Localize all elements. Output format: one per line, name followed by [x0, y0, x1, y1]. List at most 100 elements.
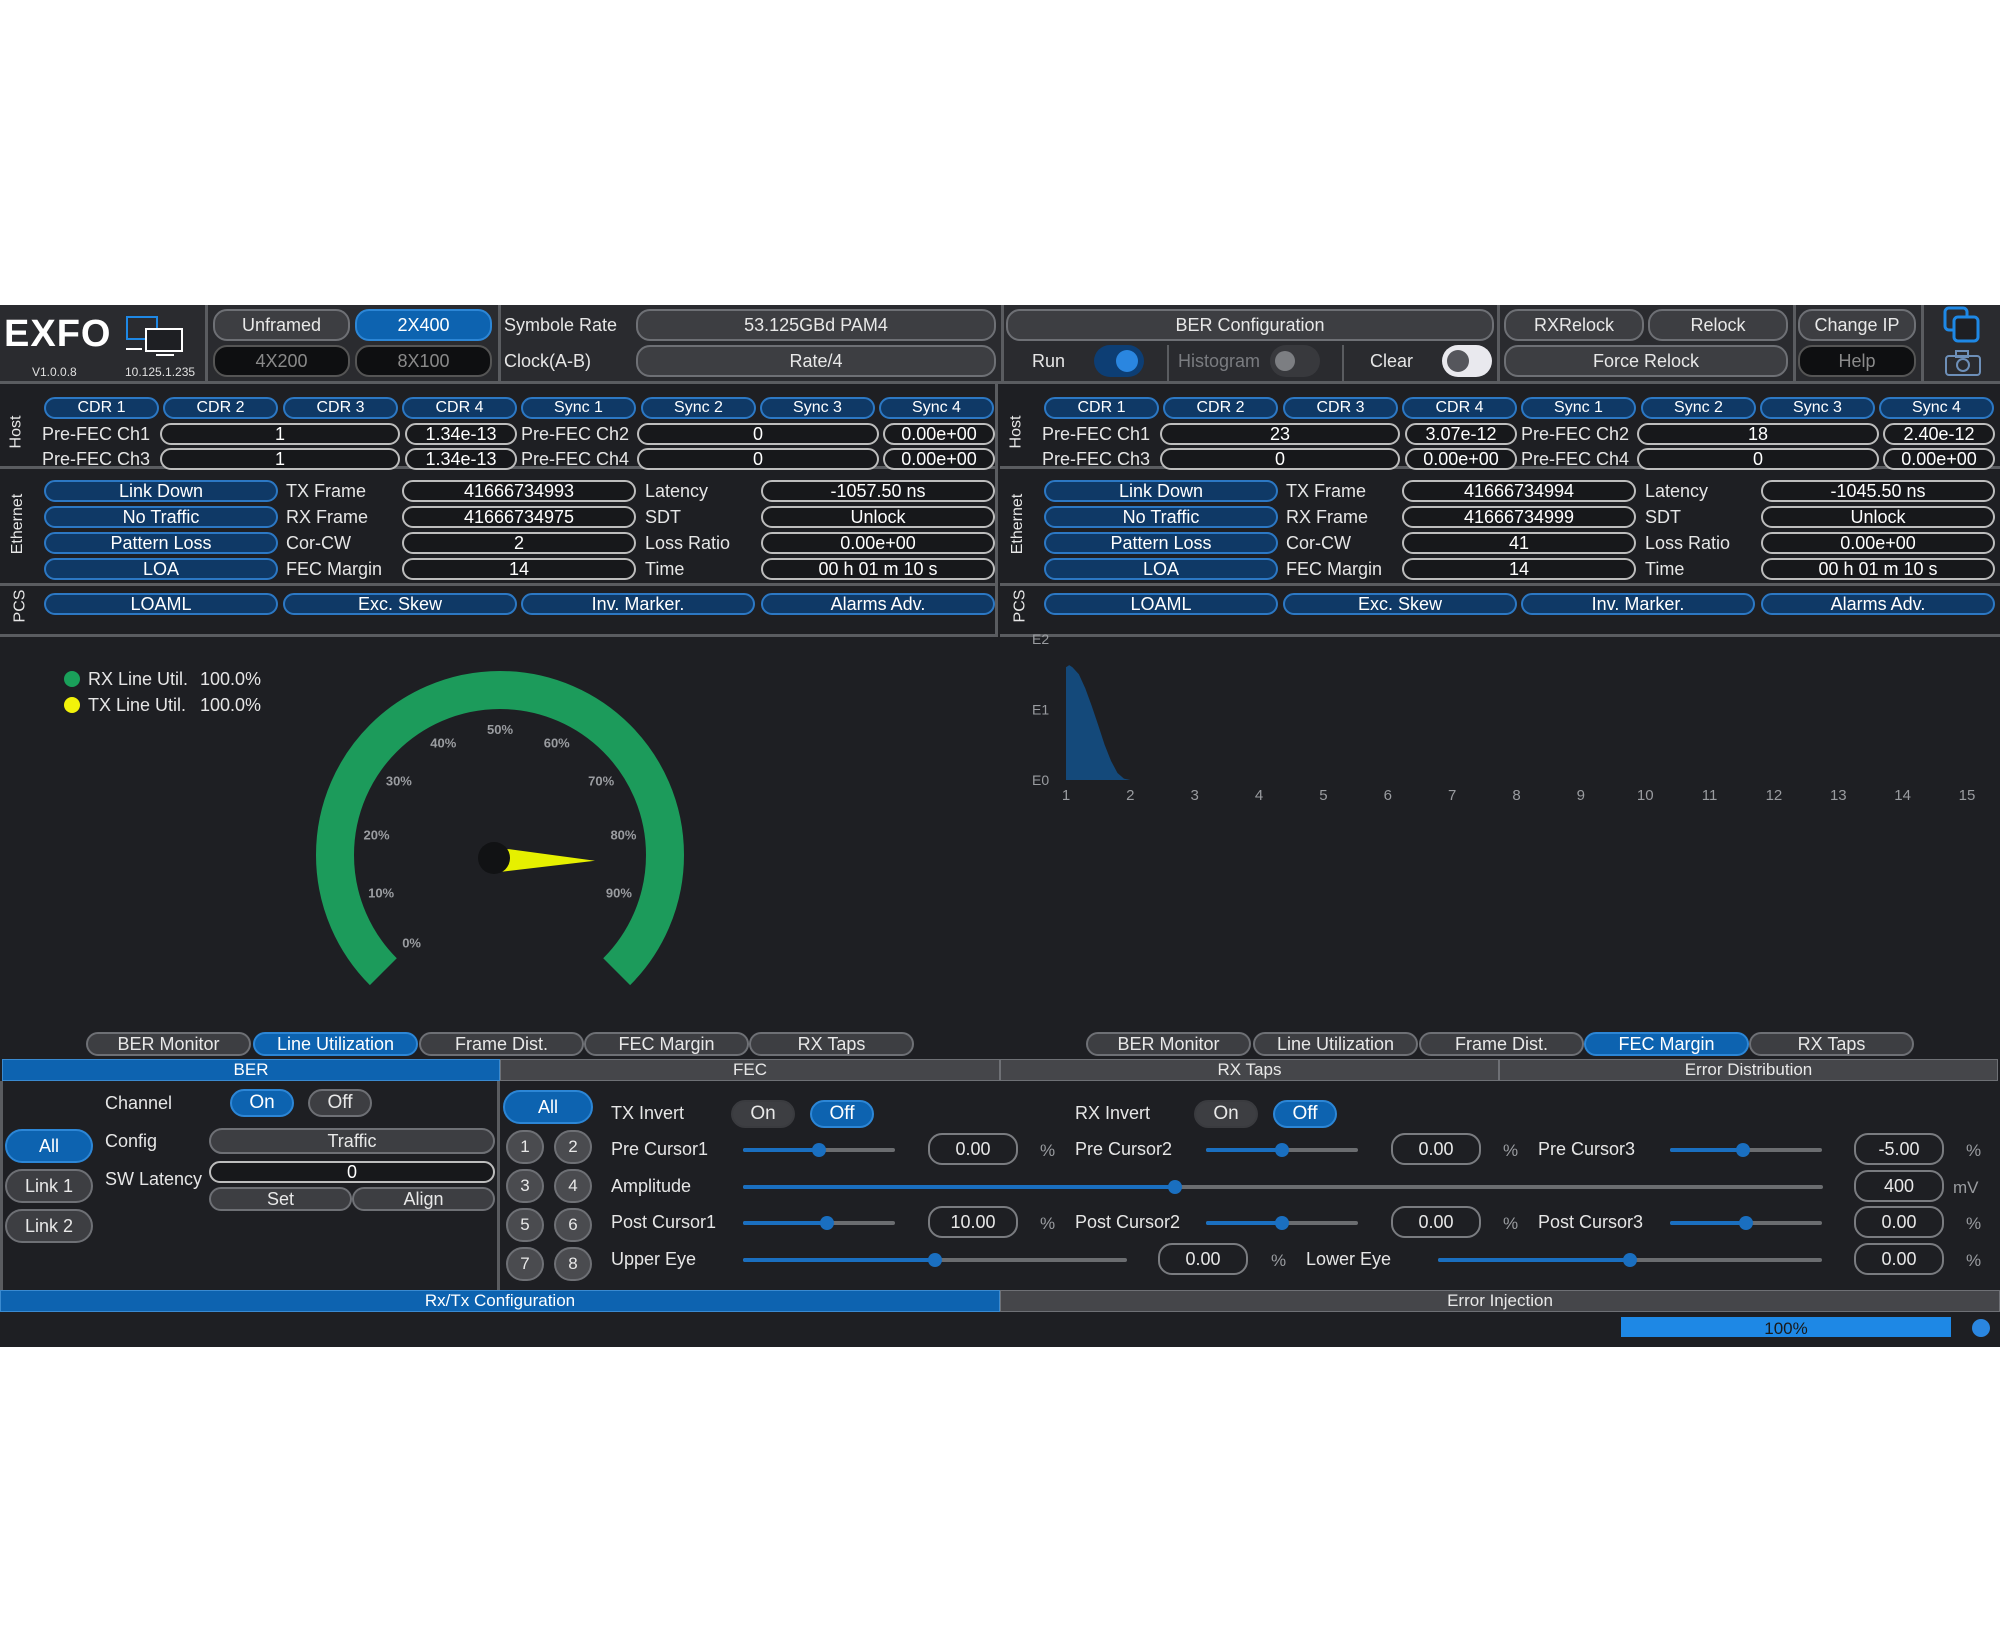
host-sync3-button[interactable]: Sync 3 [760, 397, 875, 419]
tab-line-utilization-right[interactable]: Line Utilization [1253, 1032, 1418, 1056]
host-sync3-button-right[interactable]: Sync 3 [1760, 397, 1875, 419]
tab-rx-taps-left[interactable]: RX Taps [749, 1032, 914, 1056]
rx-invert-off-button[interactable]: Off [1273, 1100, 1337, 1128]
rxrelock-button[interactable]: RXRelock [1504, 309, 1644, 341]
alarm-no-traffic[interactable]: No Traffic [44, 506, 278, 528]
section-tab-ber[interactable]: BER [2, 1059, 500, 1081]
force-relock-button[interactable]: Force Relock [1504, 345, 1788, 377]
alarm-loa[interactable]: LOA [44, 558, 278, 580]
pcs-inv-marker-button[interactable]: Inv. Marker. [521, 593, 755, 615]
sw-latency-input[interactable]: 0 [209, 1161, 495, 1183]
alarm-link-down-right[interactable]: Link Down [1044, 480, 1278, 502]
alarm-link-down[interactable]: Link Down [44, 480, 278, 502]
pcs-alarms-adv-button[interactable]: Alarms Adv. [761, 593, 995, 615]
channel-off-button[interactable]: Off [308, 1089, 372, 1117]
lower-eye-slider[interactable] [1438, 1253, 1822, 1267]
run-toggle[interactable] [1094, 345, 1144, 377]
pcs-inv-marker-button-right[interactable]: Inv. Marker. [1521, 593, 1755, 615]
mode-unframed-button[interactable]: Unframed [213, 309, 350, 341]
tab-line-utilization-left[interactable]: Line Utilization [253, 1032, 418, 1056]
tab-ber-monitor-left[interactable]: BER Monitor [86, 1032, 251, 1056]
alarm-pattern-loss[interactable]: Pattern Loss [44, 532, 278, 554]
clear-toggle[interactable] [1442, 345, 1492, 377]
pre-cursor2-slider[interactable] [1206, 1143, 1358, 1157]
host-cdr1-button[interactable]: CDR 1 [44, 397, 159, 419]
host-sync1-button[interactable]: Sync 1 [521, 397, 636, 419]
network-icon[interactable] [124, 315, 188, 359]
camera-icon[interactable] [1944, 349, 1982, 377]
tab-ber-monitor-right[interactable]: BER Monitor [1086, 1032, 1251, 1056]
mode-2x400-button[interactable]: 2X400 [355, 309, 492, 341]
lane-6-button[interactable]: 6 [554, 1208, 592, 1242]
tx-invert-off-button[interactable]: Off [810, 1100, 874, 1128]
tab-fec-margin-right[interactable]: FEC Margin [1584, 1032, 1749, 1056]
post-cursor1-input[interactable]: 10.00 [928, 1206, 1018, 1238]
tab-frame-dist-left[interactable]: Frame Dist. [419, 1032, 584, 1056]
lane-7-button[interactable]: 7 [506, 1247, 544, 1281]
post-cursor3-slider[interactable] [1670, 1216, 1822, 1230]
post-cursor2-slider[interactable] [1206, 1216, 1358, 1230]
pcs-exc-skew-button[interactable]: Exc. Skew [283, 593, 517, 615]
relock-button[interactable]: Relock [1648, 309, 1788, 341]
channel-on-button[interactable]: On [230, 1089, 294, 1117]
link-2-button[interactable]: Link 2 [5, 1209, 93, 1243]
pre-cursor3-input[interactable]: -5.00 [1854, 1133, 1944, 1165]
tab-error-injection[interactable]: Error Injection [1000, 1290, 2000, 1312]
host-cdr3-button[interactable]: CDR 3 [283, 397, 398, 419]
lane-all-button[interactable]: All [503, 1090, 593, 1124]
post-cursor2-input[interactable]: 0.00 [1391, 1206, 1481, 1238]
tab-rx-tx-configuration[interactable]: Rx/Tx Configuration [0, 1290, 1000, 1312]
host-cdr2-button-right[interactable]: CDR 2 [1163, 397, 1278, 419]
upper-eye-slider[interactable] [743, 1253, 1127, 1267]
pre-cursor1-slider[interactable] [743, 1143, 895, 1157]
symbol-rate-value[interactable]: 53.125GBd PAM4 [636, 309, 996, 341]
amplitude-input[interactable]: 400 [1854, 1170, 1944, 1202]
lane-8-button[interactable]: 8 [554, 1247, 592, 1281]
upper-eye-input[interactable]: 0.00 [1158, 1243, 1248, 1275]
histogram-toggle[interactable] [1270, 345, 1320, 377]
host-cdr4-button[interactable]: CDR 4 [402, 397, 517, 419]
mode-4x200-button[interactable]: 4X200 [213, 345, 350, 377]
lane-2-button[interactable]: 2 [554, 1130, 592, 1164]
set-button[interactable]: Set [209, 1187, 352, 1211]
clock-select[interactable]: Rate/4 [636, 345, 996, 377]
host-cdr2-button[interactable]: CDR 2 [163, 397, 278, 419]
pre-cursor3-slider[interactable] [1670, 1143, 1822, 1157]
alarm-pattern-loss-right[interactable]: Pattern Loss [1044, 532, 1278, 554]
tx-invert-on-button[interactable]: On [731, 1100, 795, 1128]
host-sync2-button-right[interactable]: Sync 2 [1641, 397, 1756, 419]
host-cdr3-button-right[interactable]: CDR 3 [1283, 397, 1398, 419]
lower-eye-input[interactable]: 0.00 [1854, 1243, 1944, 1275]
host-sync4-button-right[interactable]: Sync 4 [1879, 397, 1994, 419]
pcs-loaml-button[interactable]: LOAML [44, 593, 278, 615]
tab-rx-taps-right[interactable]: RX Taps [1749, 1032, 1914, 1056]
pcs-loaml-button-right[interactable]: LOAML [1044, 593, 1278, 615]
host-cdr1-button-right[interactable]: CDR 1 [1044, 397, 1159, 419]
lane-4-button[interactable]: 4 [554, 1169, 592, 1203]
section-tab-error-distribution[interactable]: Error Distribution [1499, 1059, 1998, 1081]
alarm-loa-right[interactable]: LOA [1044, 558, 1278, 580]
post-cursor1-slider[interactable] [743, 1216, 895, 1230]
lane-1-button[interactable]: 1 [506, 1130, 544, 1164]
pcs-alarms-adv-button-right[interactable]: Alarms Adv. [1761, 593, 1995, 615]
tab-frame-dist-right[interactable]: Frame Dist. [1419, 1032, 1584, 1056]
lane-5-button[interactable]: 5 [506, 1208, 544, 1242]
amplitude-slider[interactable] [743, 1180, 1823, 1194]
link-1-button[interactable]: Link 1 [5, 1169, 93, 1203]
tab-fec-margin-left[interactable]: FEC Margin [584, 1032, 749, 1056]
change-ip-button[interactable]: Change IP [1798, 309, 1916, 341]
host-cdr4-button-right[interactable]: CDR 4 [1402, 397, 1517, 419]
mode-8x100-button[interactable]: 8X100 [355, 345, 492, 377]
help-button[interactable]: Help [1798, 345, 1916, 377]
pre-cursor1-input[interactable]: 0.00 [928, 1133, 1018, 1165]
copy-windows-icon[interactable] [1942, 305, 1982, 343]
section-tab-fec[interactable]: FEC [500, 1059, 1000, 1081]
host-sync1-button-right[interactable]: Sync 1 [1521, 397, 1636, 419]
pcs-exc-skew-button-right[interactable]: Exc. Skew [1283, 593, 1517, 615]
alarm-no-traffic-right[interactable]: No Traffic [1044, 506, 1278, 528]
host-sync2-button[interactable]: Sync 2 [641, 397, 756, 419]
rx-invert-on-button[interactable]: On [1194, 1100, 1258, 1128]
config-select[interactable]: Traffic [209, 1128, 495, 1154]
section-tab-rx-taps[interactable]: RX Taps [1000, 1059, 1499, 1081]
host-sync4-button[interactable]: Sync 4 [879, 397, 994, 419]
